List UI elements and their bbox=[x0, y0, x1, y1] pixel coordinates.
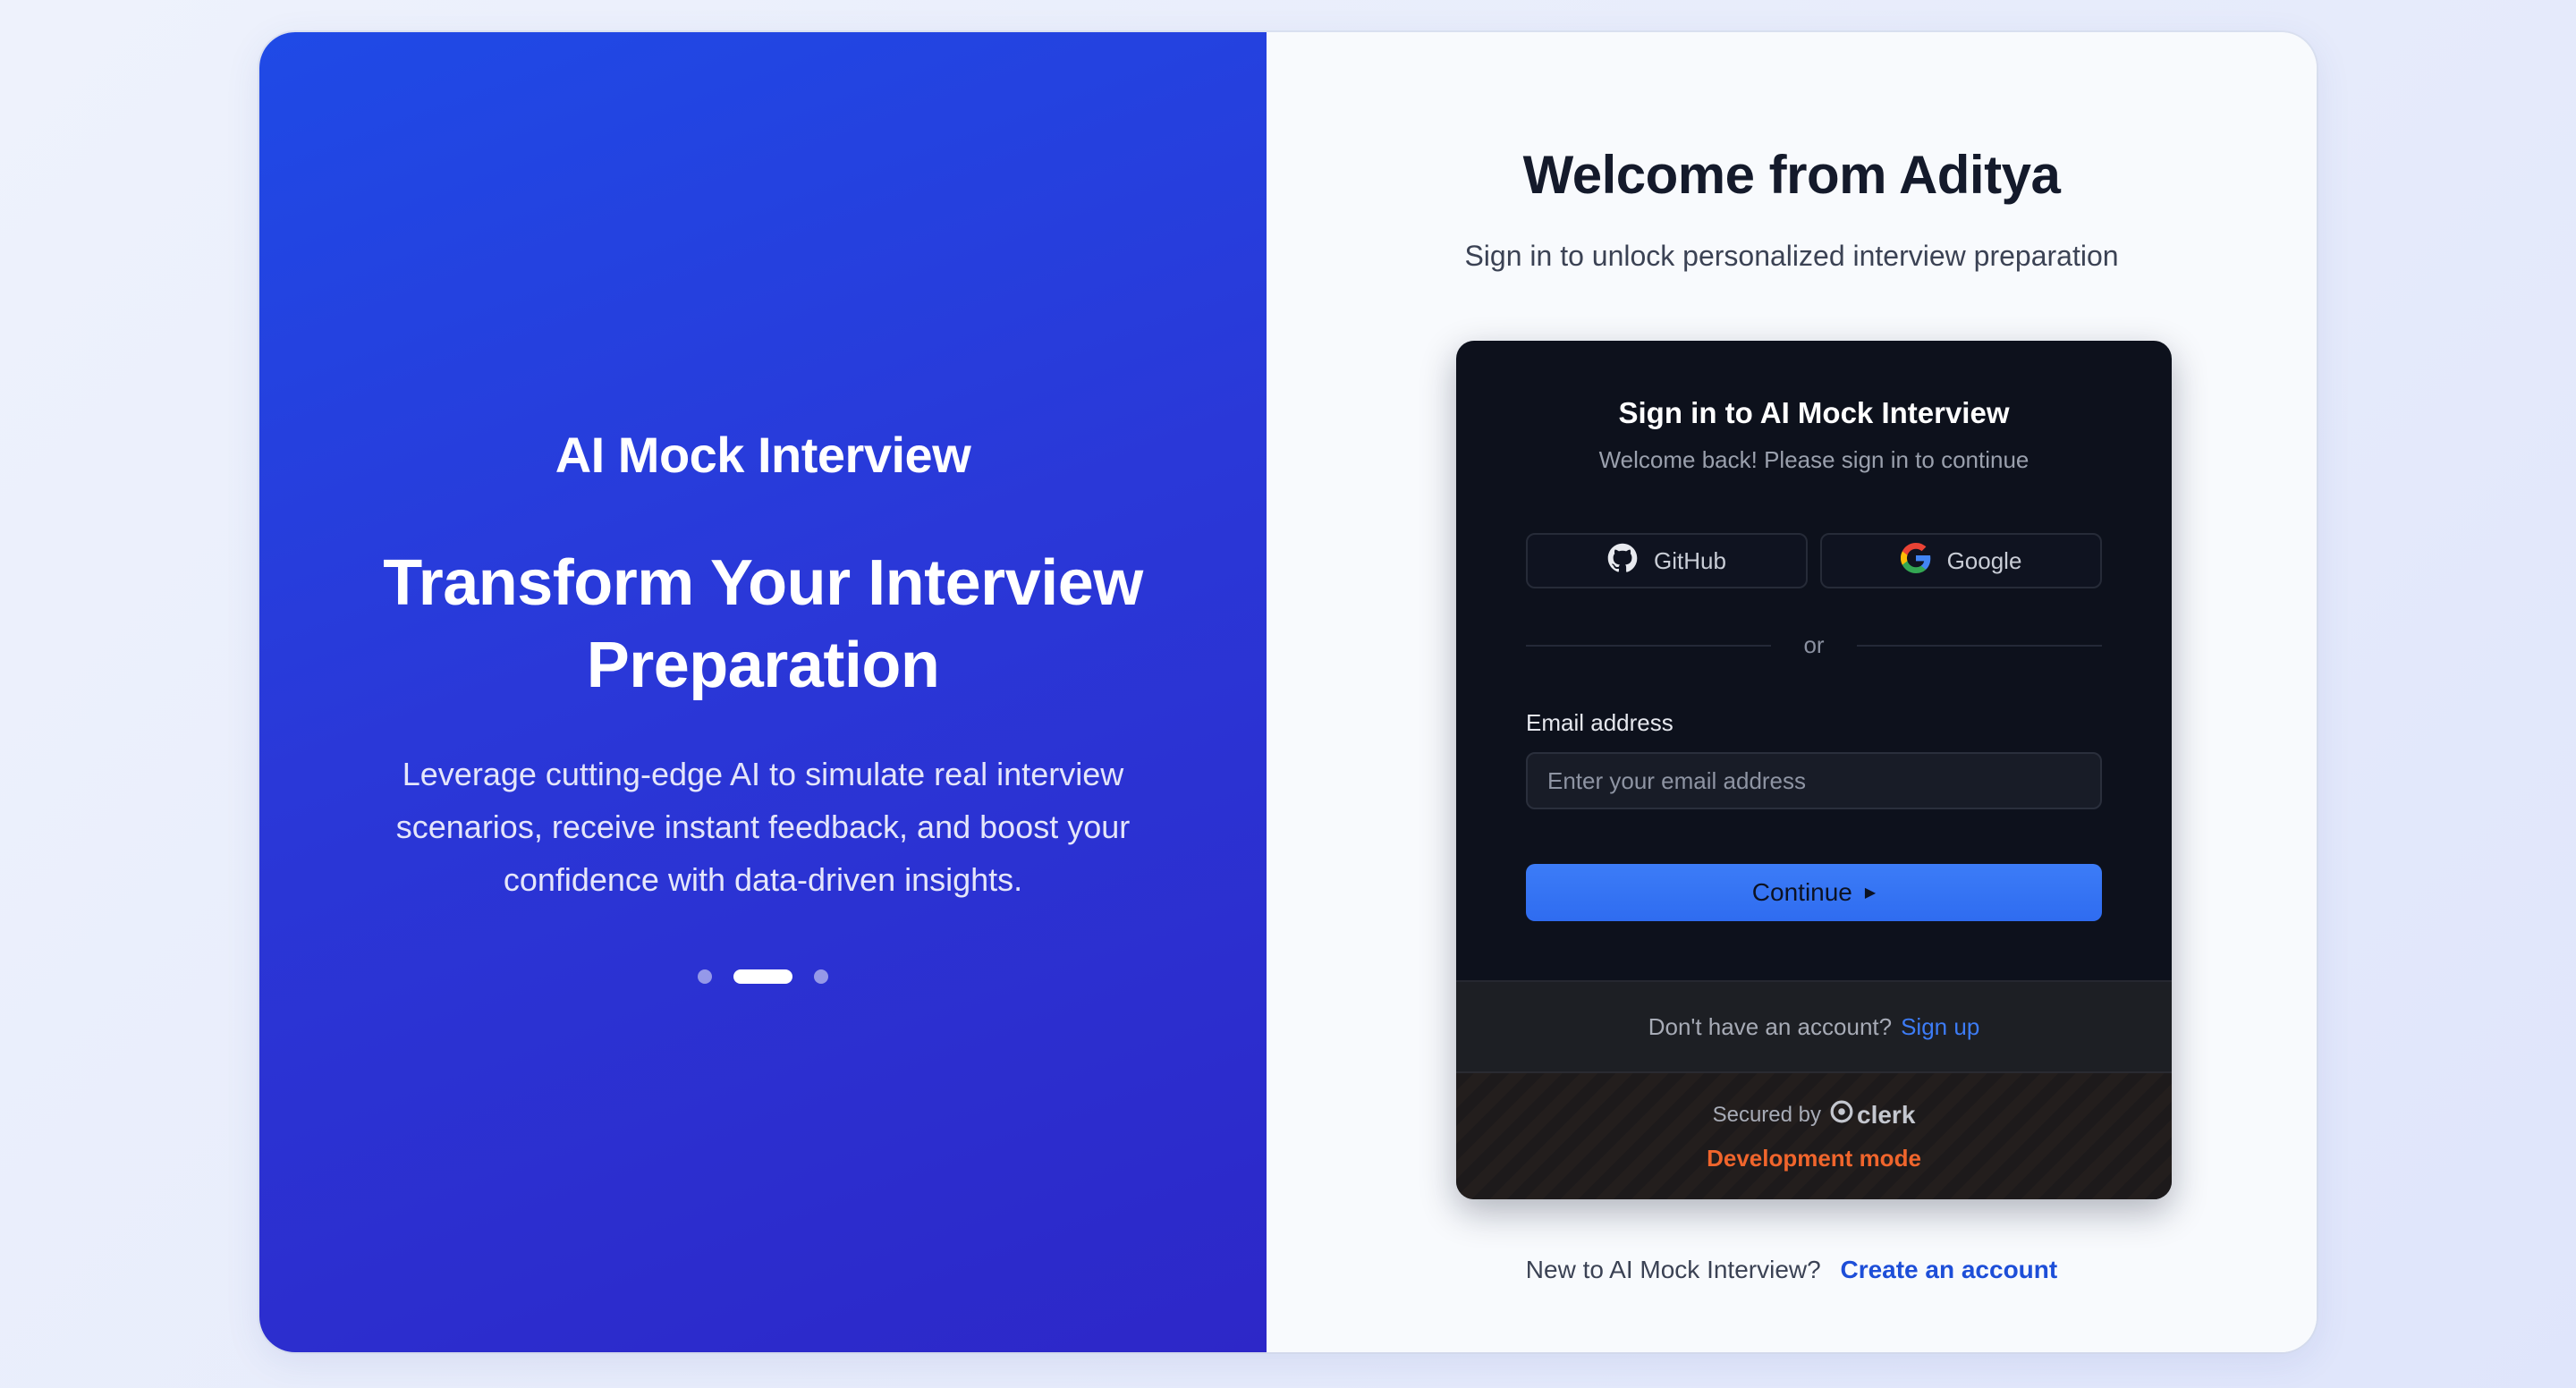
secured-by-row: Secured by clerk bbox=[1456, 1100, 2172, 1130]
no-account-text: Don't have an account? bbox=[1648, 1012, 1893, 1040]
secured-footer: Secured by clerk Development mode bbox=[1456, 1071, 2172, 1199]
email-label: Email address bbox=[1526, 709, 1674, 736]
new-user-text: New to AI Mock Interview? bbox=[1525, 1256, 1821, 1283]
carousel-dot-1[interactable] bbox=[698, 969, 712, 984]
divider-line-right bbox=[1856, 644, 2102, 647]
create-account-link[interactable]: Create an account bbox=[1840, 1256, 2057, 1283]
google-icon bbox=[1900, 542, 1931, 580]
clerk-brand-text: clerk bbox=[1857, 1100, 1916, 1129]
hero-headline-line1: Transform Your Interview bbox=[383, 547, 1143, 619]
hero-panel: AI Mock Interview Transform Your Intervi… bbox=[259, 32, 1267, 1352]
continue-label: Continue bbox=[1751, 878, 1852, 906]
signin-subtitle: Welcome back! Please sign in to continue bbox=[1598, 446, 2029, 473]
brand-title: AI Mock Interview bbox=[555, 427, 971, 483]
signup-footer: Don't have an account? Sign up bbox=[1456, 980, 2172, 1071]
github-button[interactable]: GitHub bbox=[1526, 533, 1808, 588]
signin-title: Sign in to AI Mock Interview bbox=[1618, 396, 2010, 429]
social-buttons: GitHub Google bbox=[1526, 533, 2102, 588]
google-label: Google bbox=[1946, 546, 2022, 574]
auth-shell: AI Mock Interview Transform Your Intervi… bbox=[259, 32, 2317, 1352]
signin-card: Sign in to AI Mock Interview Welcome bac… bbox=[1456, 341, 2172, 1199]
create-account-row: New to AI Mock Interview? Create an acco… bbox=[1267, 1256, 2317, 1284]
signup-link[interactable]: Sign up bbox=[1901, 1013, 1979, 1041]
carousel-dot-2[interactable] bbox=[733, 969, 792, 984]
carousel-dot-3[interactable] bbox=[814, 969, 828, 984]
signin-panel: Welcome from Aditya Sign in to unlock pe… bbox=[1267, 32, 2317, 1352]
clerk-brand[interactable]: clerk bbox=[1830, 1100, 1915, 1130]
hero-headline-line2: Preparation bbox=[586, 630, 940, 701]
continue-button[interactable]: Continue ▶ bbox=[1526, 864, 2102, 921]
google-button[interactable]: Google bbox=[1820, 533, 2102, 588]
carousel-dots bbox=[259, 969, 1267, 984]
divider-text: or bbox=[1803, 631, 1825, 658]
hero-headline: Transform Your Interview Preparation bbox=[358, 542, 1168, 707]
dev-mode-badge: Development mode bbox=[1707, 1145, 1921, 1172]
email-input[interactable] bbox=[1526, 752, 2102, 809]
clerk-logo-icon bbox=[1830, 1100, 1853, 1130]
secured-by-text: Secured by bbox=[1712, 1102, 1821, 1127]
or-divider: or bbox=[1526, 631, 2102, 659]
play-arrow-icon: ▶ bbox=[1864, 885, 1877, 901]
page-subtitle: Sign in to unlock personalized interview… bbox=[1464, 240, 2119, 272]
divider-line-left bbox=[1526, 644, 1772, 647]
hero-description: Leverage cutting-edge AI to simulate rea… bbox=[395, 756, 1131, 898]
page-title: Welcome from Aditya bbox=[1522, 145, 2061, 205]
github-icon bbox=[1607, 543, 1638, 580]
signin-card-body: Sign in to AI Mock Interview Welcome bac… bbox=[1456, 341, 2172, 980]
github-label: GitHub bbox=[1654, 546, 1726, 574]
